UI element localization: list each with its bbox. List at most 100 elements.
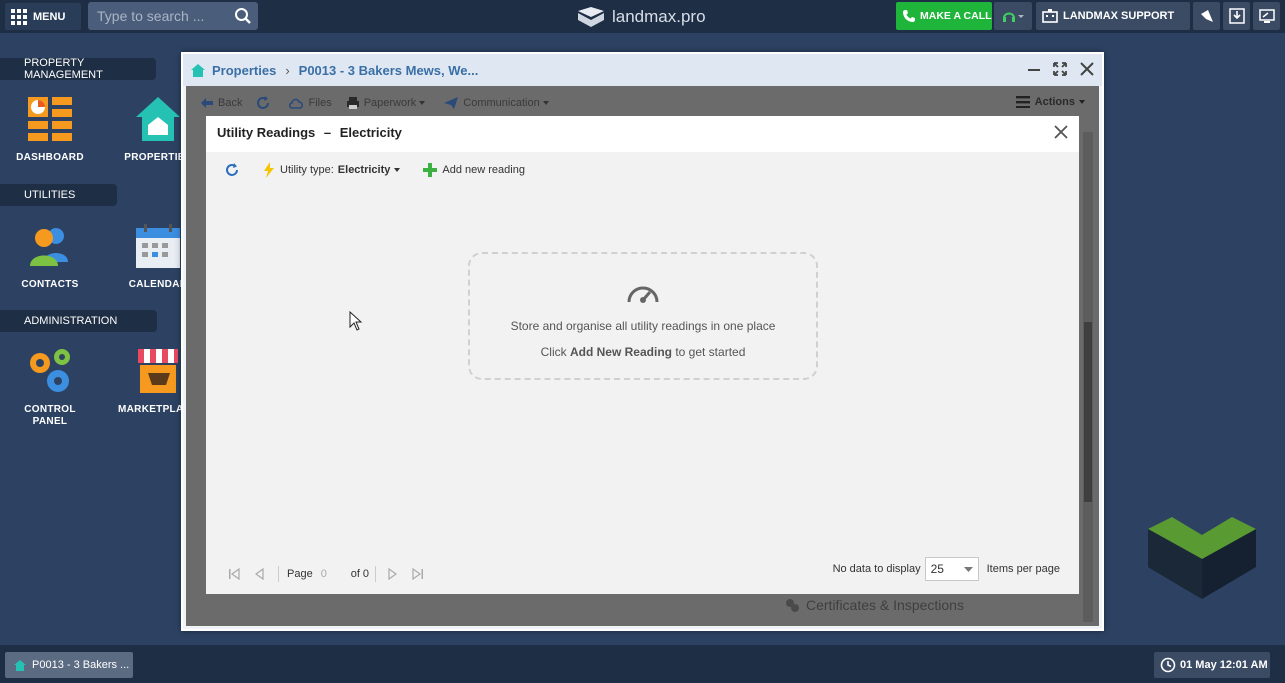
cloud-icon [289,98,304,109]
announcement-button[interactable] [1193,2,1220,30]
certificates-inspections-item[interactable]: Certificates & Inspections [784,597,964,613]
items-per-page-select[interactable]: 25 [924,557,979,581]
paperwork-dropdown[interactable]: Paperwork [346,96,430,110]
section-label: UTILITIES [24,189,76,201]
landmax-watermark-logo-icon [1148,517,1256,599]
no-data-label: No data to display [832,563,921,575]
section-label: PROPERTY MANAGEMENT [24,57,103,81]
search-icon[interactable] [234,7,252,25]
section-label: ADMINISTRATION [24,315,118,327]
section-administration: ADMINISTRATION [0,310,157,332]
printer-icon [346,97,359,109]
control-panel-label-2: PANEL [32,416,68,427]
dashboard-icon [28,97,72,141]
landmax-logo-icon [578,6,604,27]
search-box [88,2,258,30]
dialog-body: Utility type: Electricity Add new readin… [206,152,1079,594]
utility-type-dropdown[interactable]: Utility type: Electricity [263,162,405,178]
last-page-icon [412,568,424,580]
dashboard-label: DASHBOARD [16,152,84,163]
back-label: Back [218,97,243,109]
caret-down-icon [542,101,549,105]
first-page-icon [229,568,240,580]
refresh-icon [257,96,270,109]
clock[interactable]: 01 May 12:01 AM [1154,652,1270,678]
first-page-button[interactable] [228,568,240,580]
breadcrumb-property: P0013 - 3 Bakers Mews, We... [298,62,479,78]
calendar-icon [136,224,180,268]
dialog-title-prefix: Utility Readings [217,125,316,140]
refresh-readings-button[interactable] [224,162,245,178]
communication-label: Communication [463,97,540,109]
dialog-title-dash: – [323,125,332,140]
add-new-reading-link[interactable]: Add New Reading [570,345,672,359]
breadcrumb-properties[interactable]: Properties [212,63,276,78]
contacts-shortcut[interactable]: CONTACTS [5,222,95,291]
make-a-call-button[interactable]: MAKE A CALL [896,2,992,30]
make-a-call-label: MAKE A CALL [920,10,992,22]
minimize-icon[interactable] [1026,60,1042,78]
pager-right: No data to display 25 Items per page [833,557,1060,581]
last-page-button[interactable] [412,568,424,580]
clock-label: 01 May 12:01 AM [1180,659,1268,671]
top-bar: MENU landmax.pro MAKE A CALL LANDMAX SUP… [0,0,1285,33]
landmax-support-button[interactable]: LANDMAX SUPPORT [1036,2,1190,30]
page-of-label: of 0 [350,568,370,580]
actions-dropdown[interactable]: Actions [1015,96,1085,108]
items-per-page-value: 25 [930,562,944,576]
section-utilities: UTILITIES [0,184,117,206]
page-label: Page [287,568,313,580]
paper-plane-icon [444,97,459,109]
taskbar-window-item[interactable]: P0013 - 3 Bakers ... [5,652,133,678]
dashboard-shortcut[interactable]: DASHBOARD [5,95,95,164]
files-button[interactable]: Files [288,97,332,109]
screen-share-button[interactable] [1253,2,1280,30]
paperwork-label: Paperwork [363,97,417,109]
add-new-reading-button[interactable]: Add new reading [423,163,525,177]
brand-logo: landmax.pro [576,3,706,30]
refresh-icon [226,163,238,176]
menu-button[interactable]: MENU [5,3,81,30]
actions-label: Actions [1034,96,1075,108]
plus-icon [423,163,438,177]
utility-type-label: Utility type: [280,164,334,176]
pager: Page of 0 [228,566,438,582]
megaphone-icon [1200,10,1213,22]
taskbar-window-label: P0013 - 3 Bakers ... [32,659,130,671]
certificates-label: Certificates & Inspections [806,597,964,613]
page-number-input[interactable] [320,568,345,580]
caret-down-icon [419,101,426,105]
prev-page-button[interactable] [254,568,264,580]
menu-label: MENU [33,10,66,23]
next-page-button[interactable] [388,568,398,580]
caret-down-icon [394,168,401,172]
dialog-toolbar: Utility type: Electricity Add new readin… [224,162,543,178]
communication-dropdown[interactable]: Communication [443,96,552,110]
monitor-icon [1258,9,1275,23]
window-scrollbar[interactable] [1083,132,1093,622]
window-title-bar[interactable]: Properties › P0013 - 3 Bakers Mews, We..… [183,54,1102,86]
close-icon[interactable] [1078,60,1096,78]
scrollbar-thumb[interactable] [1084,322,1092,502]
section-property-management: PROPERTY MANAGEMENT [0,57,156,81]
hamburger-icon [1015,96,1030,108]
headset-dropdown-button[interactable] [994,2,1032,30]
building-icon [1042,9,1058,23]
clock-icon [1160,657,1176,673]
refresh-window-button[interactable] [256,96,274,110]
headset-icon [1003,12,1024,22]
contacts-icon [30,228,68,266]
search-input[interactable] [88,8,228,24]
download-button[interactable] [1223,2,1250,30]
back-button[interactable]: Back [200,97,242,109]
dialog-close-icon[interactable] [1053,124,1069,140]
empty-line2-suffix: to get started [675,345,746,359]
pager-divider [278,566,279,582]
maximize-icon[interactable] [1052,60,1068,78]
window-toolbar: Back Files Paperwork Communication [186,86,1099,120]
contacts-label: CONTACTS [21,279,79,290]
home-icon[interactable] [190,63,206,78]
control-panel-shortcut[interactable]: CONTROL PANEL [5,347,95,428]
certificate-icon [786,599,799,612]
add-new-reading-label: Add new reading [442,164,525,176]
